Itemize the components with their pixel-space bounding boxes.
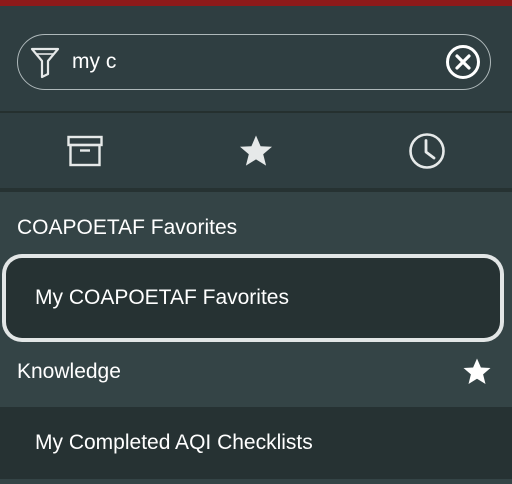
star-icon[interactable] bbox=[462, 357, 492, 387]
search-box[interactable] bbox=[17, 34, 491, 90]
search-input[interactable] bbox=[72, 47, 432, 77]
tab-history[interactable] bbox=[342, 113, 512, 188]
tab-archive[interactable] bbox=[0, 113, 170, 188]
funnel-icon bbox=[30, 47, 60, 79]
result-item-label: My COAPOETAF Favorites bbox=[35, 286, 289, 309]
section-heading: COAPOETAF Favorites bbox=[17, 216, 238, 239]
clock-icon bbox=[409, 132, 445, 169]
tab-bar bbox=[0, 113, 512, 188]
navigator-panel: COAPOETAF Favorites My COAPOETAF Favorit… bbox=[0, 0, 512, 484]
tab-favorites[interactable] bbox=[170, 113, 342, 188]
section-heading: Knowledge bbox=[17, 360, 121, 383]
section-header-coapoetaf-favorites: COAPOETAF Favorites bbox=[0, 200, 512, 256]
result-item-my-completed-aqi-checklists[interactable]: My Completed AQI Checklists bbox=[0, 407, 512, 479]
section-header-knowledge: Knowledge bbox=[0, 344, 512, 400]
result-item-label: My Completed AQI Checklists bbox=[35, 431, 313, 454]
result-item-my-coapoetaf-favorites[interactable]: My COAPOETAF Favorites bbox=[6, 258, 500, 338]
filter-area bbox=[0, 6, 512, 110]
clear-circle-icon[interactable] bbox=[445, 44, 481, 80]
star-icon bbox=[240, 135, 272, 166]
results-list: COAPOETAF Favorites My COAPOETAF Favorit… bbox=[0, 192, 512, 484]
archive-box-icon bbox=[67, 135, 103, 166]
